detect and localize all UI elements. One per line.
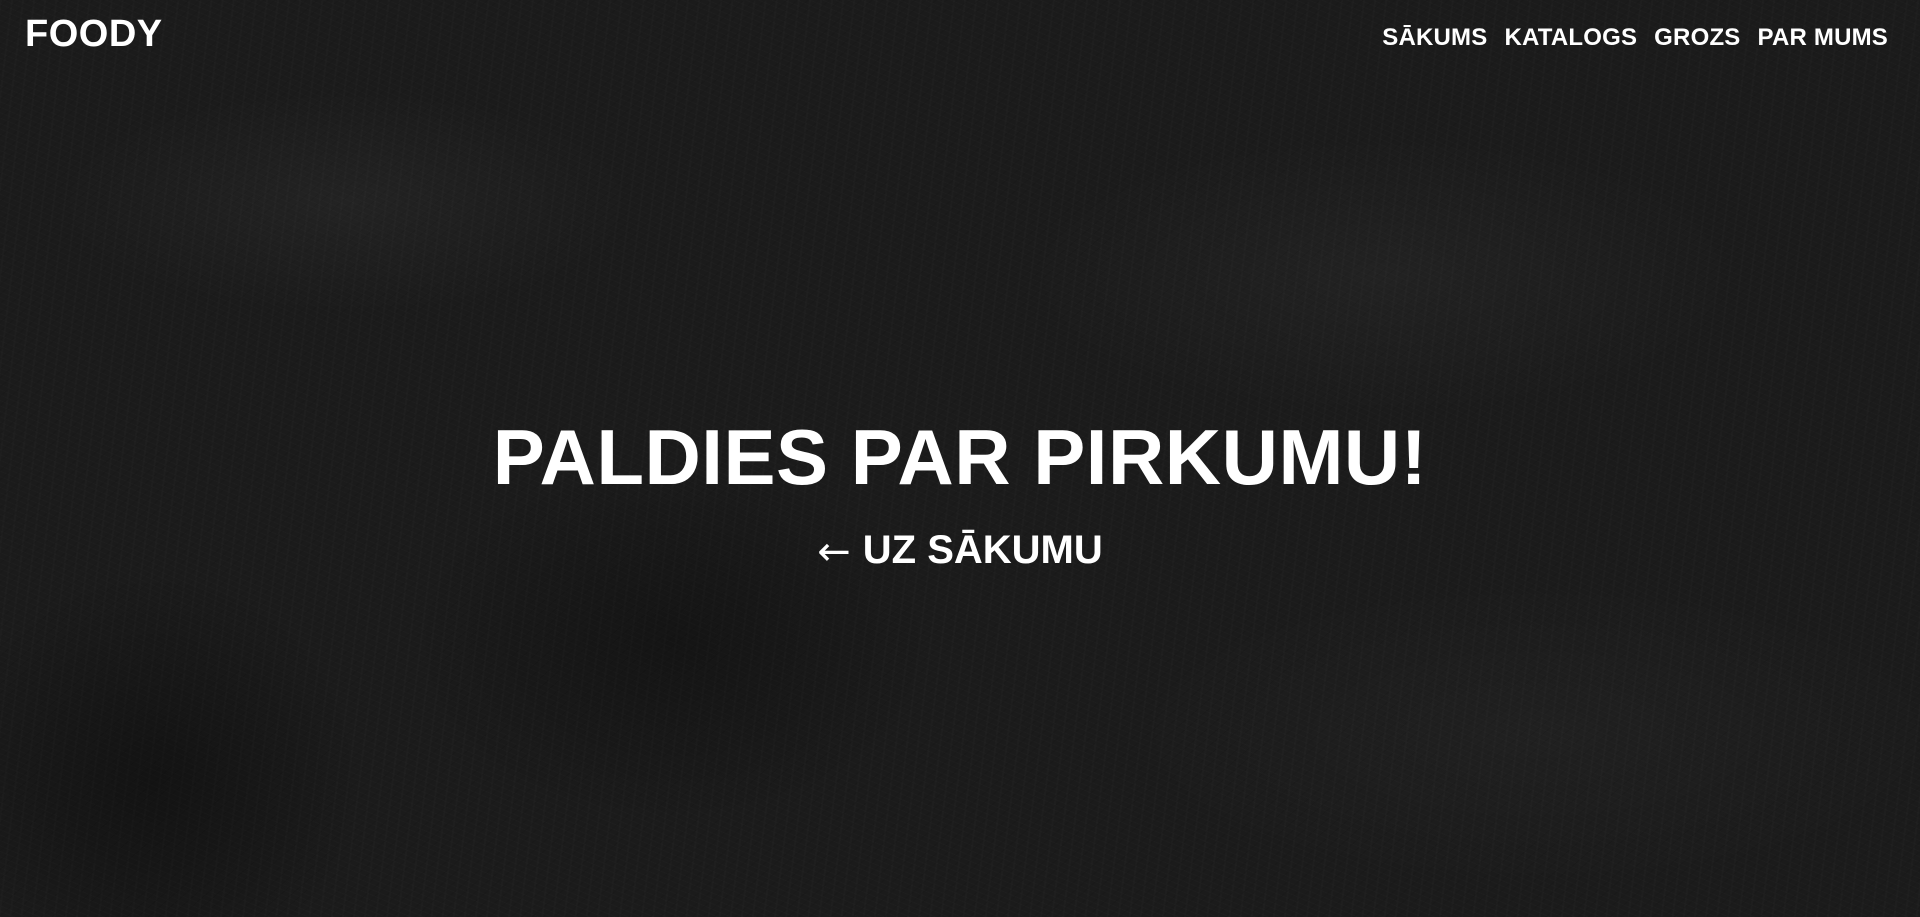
nav-item-par-mums[interactable]: PAR MUMS [1758,26,1888,50]
page-title: PALDIES PAR PIRKUMU! [492,413,1428,501]
nav-item-katalogs[interactable]: KATALOGS [1504,26,1637,50]
nav-item-sakums[interactable]: SĀKUMS [1382,26,1487,50]
nav-item-grozs[interactable]: GROZS [1654,26,1740,50]
site-header: FOODY SĀKUMS KATALOGS GROZS PAR MUMS [0,0,1920,76]
back-to-home-link[interactable]: ← UZ SĀKUMU [817,528,1103,575]
logo[interactable]: FOODY [25,15,163,53]
arrow-left-icon: ← [817,529,851,575]
back-link-label: UZ SĀKUMU [862,528,1103,572]
main-nav: SĀKUMS KATALOGS GROZS PAR MUMS [1382,26,1888,50]
thank-you-section: PALDIES PAR PIRKUMU! ← UZ SĀKUMU [0,413,1920,575]
